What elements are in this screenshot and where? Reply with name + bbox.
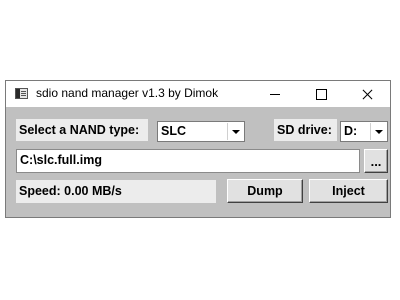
nand-type-dropdown-button[interactable]: [227, 123, 243, 140]
sd-drive-select[interactable]: D:: [340, 121, 388, 142]
nand-type-label: Select a NAND type:: [16, 119, 148, 141]
browse-button[interactable]: ...: [364, 149, 388, 173]
minimize-icon: [270, 93, 280, 95]
close-icon: [361, 88, 373, 100]
app-window: sdio nand manager v1.3 by Dimok Select a…: [5, 80, 391, 218]
chevron-down-icon: [231, 129, 240, 134]
inject-button[interactable]: Inject: [309, 179, 388, 203]
nand-type-select[interactable]: SLC: [157, 121, 245, 142]
image-path-field[interactable]: C:\slc.full.img: [16, 149, 360, 173]
nand-type-value: SLC: [161, 124, 186, 138]
window-title: sdio nand manager v1.3 by Dimok: [36, 86, 219, 100]
sd-drive-value: D:: [344, 124, 358, 138]
minimize-button[interactable]: [252, 81, 298, 107]
close-button[interactable]: [344, 81, 390, 107]
maximize-button[interactable]: [298, 81, 344, 107]
app-window-icon: [15, 88, 28, 99]
speed-status: Speed: 0.00 MB/s: [16, 180, 216, 203]
dump-button[interactable]: Dump: [227, 179, 303, 203]
title-bar[interactable]: sdio nand manager v1.3 by Dimok: [6, 81, 390, 107]
maximize-icon: [315, 88, 327, 100]
sd-drive-label: SD drive:: [274, 119, 337, 141]
sd-drive-dropdown-button[interactable]: [370, 123, 386, 140]
chevron-down-icon: [374, 129, 383, 134]
